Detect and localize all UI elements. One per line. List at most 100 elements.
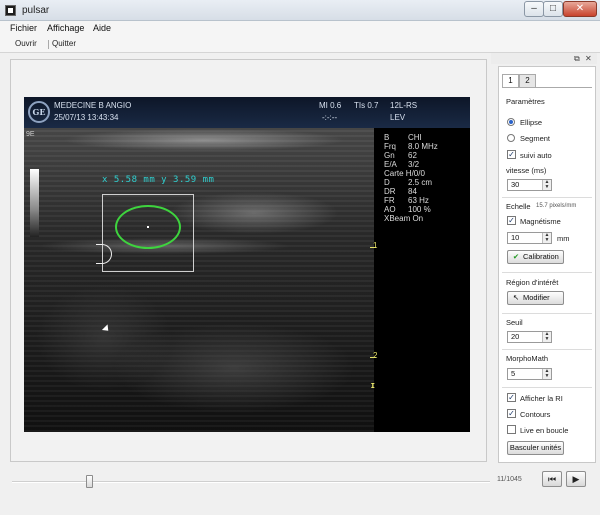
basculer-button[interactable]: Basculer unités bbox=[507, 441, 564, 455]
spin-arrows-icon[interactable]: ▲ ▼ bbox=[542, 332, 551, 342]
modifier-label: Modifier bbox=[523, 293, 550, 302]
tab-2[interactable]: 2 bbox=[519, 74, 536, 87]
param-value: 100 % bbox=[408, 205, 431, 214]
cursor-icon: ↖ bbox=[512, 293, 520, 302]
unit-label: mm bbox=[557, 234, 570, 243]
ge-logo: GE bbox=[28, 101, 50, 123]
suivi-auto-checkbox[interactable]: ✓ bbox=[507, 150, 516, 159]
panel-separator bbox=[502, 387, 592, 388]
exam-label: MEDECINE B ANGIO bbox=[54, 101, 132, 110]
segment-radio[interactable] bbox=[507, 134, 515, 142]
param-value: 84 bbox=[408, 187, 417, 196]
param-value: 62 bbox=[408, 151, 417, 160]
ultrasound-image[interactable]: GE MEDECINE B ANGIO 25/07/13 13:43:34 MI… bbox=[24, 97, 470, 432]
modifier-button[interactable]: ↖ Modifier bbox=[507, 291, 564, 305]
magnetisme-value: 10 bbox=[511, 233, 520, 242]
param-key: Frq bbox=[384, 142, 396, 151]
frame-slider-handle[interactable] bbox=[86, 475, 93, 488]
previous-frame-button[interactable]: ⏮ bbox=[542, 471, 562, 487]
calibration-label: Calibration bbox=[523, 252, 559, 261]
morpho-value: 5 bbox=[511, 369, 516, 378]
live-checkbox[interactable] bbox=[507, 425, 516, 434]
magnetisme-label: Magnétisme bbox=[520, 217, 561, 226]
menu-fichier[interactable]: Fichier bbox=[10, 23, 37, 33]
sonogram bbox=[24, 128, 374, 432]
calibration-button[interactable]: ✔ Calibration bbox=[507, 250, 564, 264]
magnetisme-checkbox[interactable]: ✓ bbox=[507, 216, 516, 225]
menu-bar: Fichier Affichage Aide bbox=[0, 21, 600, 36]
param-key: Gn bbox=[384, 151, 395, 160]
vitesse-label: vitesse (ms) bbox=[506, 166, 547, 175]
panel-separator bbox=[502, 349, 592, 350]
seuil-spinbox[interactable]: 20 ▲ ▼ bbox=[507, 331, 552, 343]
quit-button[interactable]: Quitter bbox=[52, 39, 76, 48]
frame-slider-track[interactable] bbox=[12, 481, 490, 483]
minimize-button[interactable]: – bbox=[524, 1, 544, 17]
header-dashes: -:-:-- bbox=[322, 113, 338, 122]
magnetisme-spinbox[interactable]: 10 ▲ ▼ bbox=[507, 232, 552, 244]
morpho-label: MorphoMath bbox=[506, 354, 549, 363]
corner-label: 9E bbox=[26, 131, 35, 138]
dock-header bbox=[491, 53, 597, 64]
param-value: CHI bbox=[408, 133, 422, 142]
menu-affichage[interactable]: Affichage bbox=[47, 23, 84, 33]
param-key: XBeam On bbox=[384, 214, 424, 223]
maximize-button[interactable]: □ bbox=[543, 1, 563, 17]
float-icon[interactable]: ⧉ bbox=[574, 54, 580, 64]
tab-divider bbox=[502, 87, 592, 88]
toolbar: Ouvrir Quitter bbox=[0, 36, 600, 53]
app-icon bbox=[5, 5, 16, 16]
tab-1[interactable]: 1 bbox=[502, 74, 519, 87]
open-button[interactable]: Ouvrir bbox=[15, 39, 37, 48]
lev-label: LEV bbox=[390, 113, 406, 122]
param-key: DR bbox=[384, 187, 396, 196]
param-key: AO bbox=[384, 205, 396, 214]
morpho-spinbox[interactable]: 5 ▲ ▼ bbox=[507, 368, 552, 380]
window-title: pulsar bbox=[22, 5, 50, 16]
live-label: Live en boucle bbox=[520, 426, 569, 435]
focus-marker-icon: ɪ bbox=[371, 380, 375, 390]
spin-arrows-icon[interactable]: ▲ ▼ bbox=[542, 180, 551, 190]
vitesse-value: 30 bbox=[511, 180, 520, 189]
param-key: FR bbox=[384, 196, 395, 205]
check-icon: ✔ bbox=[512, 252, 520, 261]
echelle-value: 15.7 pixels/mm bbox=[536, 203, 577, 209]
param-key: D bbox=[384, 178, 390, 187]
afficher-ri-checkbox[interactable]: ✓ bbox=[507, 393, 516, 402]
param-value: 8.0 MHz bbox=[408, 142, 438, 151]
panel-separator bbox=[502, 272, 592, 273]
close-button[interactable]: ✕ bbox=[563, 1, 597, 17]
play-button[interactable]: ▶ bbox=[566, 471, 586, 487]
panel-separator bbox=[502, 197, 592, 198]
spin-arrows-icon[interactable]: ▲ ▼ bbox=[542, 233, 551, 243]
ellipse-radio[interactable] bbox=[507, 118, 515, 126]
afficher-ri-label: Afficher la RI bbox=[520, 394, 563, 403]
depth-label: 1 bbox=[373, 241, 378, 250]
ultrasound-header: GE MEDECINE B ANGIO 25/07/13 13:43:34 MI… bbox=[24, 97, 470, 128]
title-bar: pulsar – □ ✕ bbox=[0, 0, 600, 21]
param-value: 3/2 bbox=[408, 160, 420, 169]
parametres-heading: Paramètres bbox=[506, 97, 545, 106]
region-label: Région d'intérêt bbox=[506, 278, 559, 287]
grayscale-bar bbox=[30, 169, 39, 237]
segment-label: Segment bbox=[520, 134, 551, 143]
panel-separator bbox=[502, 313, 592, 314]
depth-label: 2 bbox=[373, 351, 378, 360]
echelle-label: Echelle bbox=[506, 202, 531, 211]
param-value: 2.5 cm bbox=[408, 178, 433, 187]
frame-counter: 11/1045 bbox=[497, 476, 522, 483]
contours-checkbox[interactable]: ✓ bbox=[507, 409, 516, 418]
tis-index: TIs 0.7 bbox=[354, 101, 379, 110]
spin-arrows-icon[interactable]: ▲ ▼ bbox=[542, 369, 551, 379]
mi-index: MI 0.6 bbox=[319, 101, 342, 110]
dock-close-icon[interactable]: ✕ bbox=[585, 54, 592, 63]
seuil-label: Seuil bbox=[506, 318, 523, 327]
suivi-auto-label: suivi auto bbox=[520, 151, 552, 160]
menu-aide[interactable]: Aide bbox=[93, 23, 111, 33]
probe-label: 12L-RS bbox=[390, 101, 418, 110]
param-value: 63 Hz bbox=[408, 196, 429, 205]
ellipse-center bbox=[147, 226, 149, 228]
vitesse-spinbox[interactable]: 30 ▲ ▼ bbox=[507, 179, 552, 191]
exam-datetime: 25/07/13 13:43:34 bbox=[54, 113, 119, 122]
param-key: E/A bbox=[384, 160, 397, 169]
